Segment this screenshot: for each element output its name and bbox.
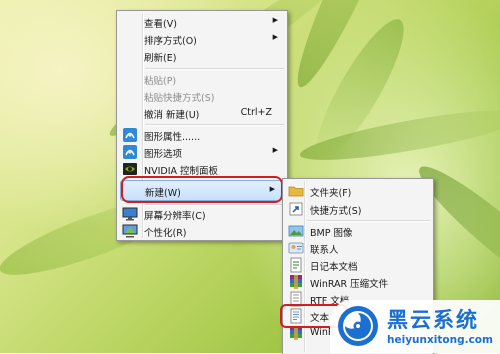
bmp-image-icon bbox=[288, 223, 304, 239]
menu-item-label: 查看(V) bbox=[144, 19, 177, 30]
watermark-url: heiyunxitong.com bbox=[387, 334, 493, 346]
winrar-icon bbox=[288, 274, 304, 290]
menu-item-label: 图形属性...... bbox=[144, 132, 201, 143]
menu-item-label: 文件夹(F) bbox=[310, 188, 352, 199]
submenu-item-shortcut[interactable]: 快捷方式(S) bbox=[286, 199, 430, 219]
submenu-arrow-icon: ▶ bbox=[272, 146, 278, 154]
menu-item-label: 刷新(E) bbox=[144, 53, 177, 64]
menu-item-label: NVIDIA 控制面板 bbox=[144, 166, 219, 177]
menu-item-label: 排序方式(O) bbox=[144, 36, 197, 47]
submenu-item-folder[interactable]: 文件夹(F) bbox=[286, 181, 430, 201]
menu-item-label: WinRAR 压缩文件 bbox=[310, 279, 389, 290]
heiyun-logo-icon bbox=[337, 305, 379, 347]
menu-item-label: 个性化(R) bbox=[144, 228, 187, 239]
shortcut-label: Ctrl+Z bbox=[240, 107, 272, 118]
nvidia-icon bbox=[122, 161, 138, 177]
menu-item-refresh[interactable]: 刷新(E) bbox=[120, 46, 284, 66]
menu-item-undo-new[interactable]: 撤消 新建(U) Ctrl+Z bbox=[120, 103, 284, 123]
watermark-title: 黑云系统 bbox=[387, 308, 479, 332]
intel-graphics-icon bbox=[122, 127, 138, 143]
shortcut-icon bbox=[288, 201, 304, 217]
personalize-icon bbox=[122, 223, 138, 239]
menu-item-label: 撤消 新建(U) bbox=[144, 110, 200, 121]
folder-icon bbox=[288, 183, 304, 199]
menu-item-label: 日记本文档 bbox=[310, 262, 358, 273]
menu-item-label: 粘贴快捷方式(S) bbox=[144, 93, 215, 104]
submenu-arrow-icon: ▶ bbox=[272, 16, 278, 24]
site-watermark: 黑云系统 heiyunxitong.com bbox=[330, 300, 500, 353]
menu-item-personalize[interactable]: 个性化(R) bbox=[120, 221, 284, 241]
menu-item-label: 屏幕分辨率(C) bbox=[144, 211, 206, 222]
submenu-arrow-icon: ▶ bbox=[272, 33, 278, 41]
menu-item-label: BMP 图像 bbox=[310, 228, 353, 239]
menu-item-label: 快捷方式(S) bbox=[310, 206, 362, 217]
menu-item-label: 图形选项 bbox=[144, 149, 183, 160]
intel-graphics-icon bbox=[122, 144, 138, 160]
journal-icon bbox=[288, 257, 304, 273]
contact-icon bbox=[288, 240, 304, 256]
menu-item-label: 粘贴(P) bbox=[144, 76, 177, 87]
desktop-context-menu: 查看(V) ▶ 排序方式(O) ▶ 刷新(E) 粘贴(P) 粘贴快捷方式(S) … bbox=[116, 10, 288, 241]
menu-item-label: 联系人 bbox=[310, 245, 339, 256]
highlight-annotation-new bbox=[121, 176, 283, 203]
monitor-icon bbox=[122, 206, 138, 222]
